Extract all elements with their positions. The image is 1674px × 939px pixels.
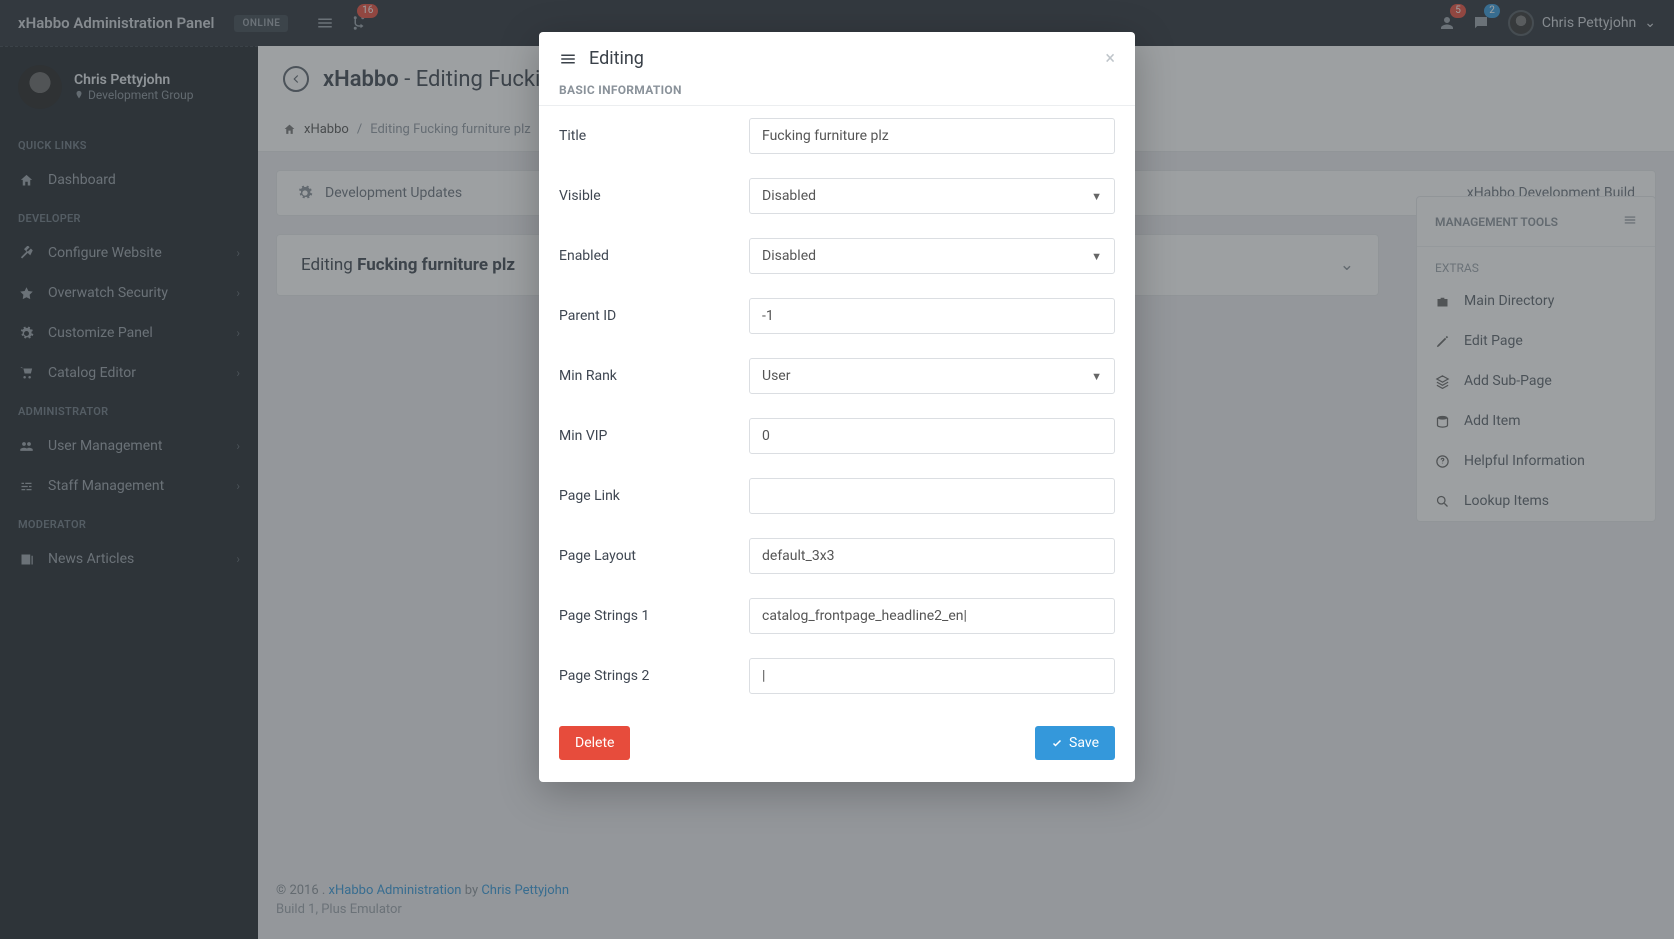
label-pagelink: Page Link bbox=[559, 488, 749, 504]
label-title: Title bbox=[559, 128, 749, 144]
input-parent-id[interactable] bbox=[749, 298, 1115, 334]
save-button[interactable]: Save bbox=[1035, 726, 1115, 760]
label-enabled: Enabled bbox=[559, 248, 749, 264]
input-page-link[interactable] bbox=[749, 478, 1115, 514]
close-button[interactable]: × bbox=[1105, 48, 1115, 69]
input-page-layout[interactable] bbox=[749, 538, 1115, 574]
modal-title: Editing bbox=[589, 48, 644, 69]
chevron-down-icon: ▼ bbox=[1091, 370, 1102, 383]
check-icon bbox=[1051, 737, 1063, 749]
label-ps2: Page Strings 2 bbox=[559, 668, 749, 684]
input-page-strings-2[interactable] bbox=[749, 658, 1115, 694]
label-minrank: Min Rank bbox=[559, 368, 749, 384]
editing-modal: Editing × BASIC INFORMATION Title Visibl… bbox=[539, 32, 1135, 782]
input-page-strings-1[interactable] bbox=[749, 598, 1115, 634]
select-min-rank[interactable]: User▼ bbox=[749, 358, 1115, 394]
label-pagelayout: Page Layout bbox=[559, 548, 749, 564]
label-visible: Visible bbox=[559, 188, 749, 204]
chevron-down-icon: ▼ bbox=[1091, 190, 1102, 203]
select-visible[interactable]: Disabled▼ bbox=[749, 178, 1115, 214]
hamburger-icon bbox=[559, 50, 577, 68]
input-title[interactable] bbox=[749, 118, 1115, 154]
label-parentid: Parent ID bbox=[559, 308, 749, 324]
modal-section-header: BASIC INFORMATION bbox=[539, 79, 1135, 106]
label-minvip: Min VIP bbox=[559, 428, 749, 444]
chevron-down-icon: ▼ bbox=[1091, 250, 1102, 263]
delete-button[interactable]: Delete bbox=[559, 726, 630, 760]
input-min-vip[interactable] bbox=[749, 418, 1115, 454]
select-enabled[interactable]: Disabled▼ bbox=[749, 238, 1115, 274]
label-ps1: Page Strings 1 bbox=[559, 608, 749, 624]
